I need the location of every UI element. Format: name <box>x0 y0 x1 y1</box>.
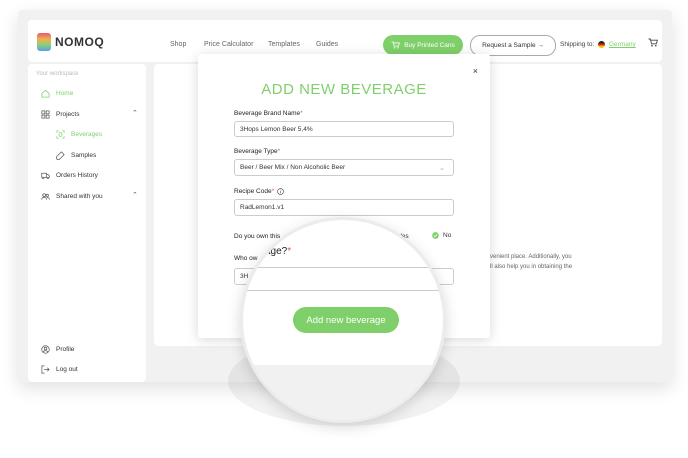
required-mark: * <box>287 246 292 257</box>
germany-flag-icon <box>598 41 606 48</box>
shipping-label: Shipping to: <box>560 41 595 49</box>
can-scan-icon <box>56 130 65 139</box>
label-text: Recipe Code <box>234 188 272 195</box>
grid-icon <box>41 110 50 119</box>
add-new-beverage-label: Add new beverage <box>306 314 386 326</box>
buy-printed-cans-label: Buy Printed Cans <box>404 41 455 49</box>
sidebar-item-label: Projects <box>56 111 80 118</box>
chevron-up-icon[interactable]: ⌃ <box>132 191 138 199</box>
users-icon <box>41 193 50 200</box>
close-icon[interactable]: × <box>473 66 478 76</box>
required-mark: * <box>300 110 303 117</box>
magnifier-background <box>243 365 443 420</box>
recipe-code-value: RadLemon1.v1 <box>240 204 285 211</box>
sidebar-item-shared-with-you[interactable]: Shared with you <box>41 192 103 201</box>
nav-guides[interactable]: Guides <box>316 41 338 48</box>
brand-name: NOMOQ <box>55 35 105 49</box>
user-circle-icon <box>41 345 50 354</box>
who-owns-label: Who ow <box>234 255 258 262</box>
beverage-type-select[interactable]: Beer / Beer Mix / Non Alcoholic Beer ⌄ <box>234 159 454 176</box>
beverage-type-value: Beer / Beer Mix / Non Alcoholic Beer <box>240 164 346 171</box>
sidebar-item-label: Shared with you <box>56 193 103 200</box>
nav-templates[interactable]: Templates <box>268 41 300 48</box>
nav-price-calculator[interactable]: Price Calculator <box>204 41 253 48</box>
info-icon[interactable] <box>277 188 284 195</box>
sidebar-item-log-out[interactable]: Log out <box>41 365 78 374</box>
brand-name-input[interactable]: 3Hops Lemon Beer 5,4% <box>234 121 454 137</box>
beverage-type-label: Beverage Type* <box>234 148 280 155</box>
modal-title: ADD NEW BEVERAGE <box>261 81 427 98</box>
chevron-up-icon[interactable]: ⌃ <box>132 109 138 117</box>
sidebar-item-profile[interactable]: Profile <box>41 345 74 354</box>
sidebar-item-label: Beverages <box>71 131 103 138</box>
logout-icon <box>41 365 50 374</box>
shipping-selector[interactable]: Shipping to: Germany <box>560 41 636 48</box>
magnified-input <box>243 267 443 291</box>
check-circle-icon <box>432 232 439 239</box>
chevron-down-icon: ⌄ <box>439 165 445 172</box>
background-text-line: ll also help you in obtaining the <box>490 264 573 270</box>
sidebar-item-label: Orders History <box>56 172 98 179</box>
shipping-country[interactable]: Germany <box>609 41 636 48</box>
recipe-code-label: Recipe Code * <box>234 188 284 195</box>
own-question-label: Do you own this <box>234 233 281 240</box>
required-mark: * <box>271 188 275 195</box>
buy-printed-cans-button[interactable]: Buy Printed Cans <box>383 35 463 55</box>
test-tube-icon <box>56 151 65 160</box>
no-label: No <box>443 232 452 239</box>
magnified-question: age?* <box>265 246 291 257</box>
truck-icon <box>41 172 50 180</box>
nav-shop[interactable]: Shop <box>170 41 186 48</box>
no-option[interactable]: No <box>432 232 451 239</box>
home-icon <box>41 89 50 98</box>
sidebar-item-samples[interactable]: Samples <box>56 151 96 160</box>
sidebar-item-label: Profile <box>56 346 75 353</box>
required-mark: * <box>277 148 281 155</box>
background-description: venient place. Additionally, you ll also… <box>490 252 670 272</box>
brand-name-label: Beverage Brand Name* <box>234 110 303 117</box>
label-text: Beverage Type <box>234 148 278 155</box>
background-text-line: venient place. Additionally, you <box>490 254 572 260</box>
sidebar-item-home[interactable]: Home <box>41 89 73 98</box>
cart-icon[interactable] <box>648 38 658 47</box>
workspace-caption: Your workspace <box>36 71 79 77</box>
cart-icon <box>391 41 401 49</box>
sidebar-item-projects[interactable]: Projects <box>41 110 79 119</box>
logo-mark-icon <box>37 33 51 51</box>
brand-logo[interactable]: NOMOQ <box>37 33 104 51</box>
request-sample-label: Request a Sample → <box>482 42 544 49</box>
sidebar-item-orders-history[interactable]: Orders History <box>41 171 98 180</box>
magnifier-lens: age?* Add new beverage <box>240 217 446 423</box>
sidebar-item-beverages[interactable]: Beverages <box>56 130 102 139</box>
brand-name-value: 3Hops Lemon Beer 5,4% <box>240 125 313 133</box>
sidebar-item-label: Samples <box>71 152 97 159</box>
recipe-code-input[interactable]: RadLemon1.v1 <box>234 199 454 216</box>
sidebar-item-label: Log out <box>56 366 78 373</box>
add-new-beverage-button[interactable]: Add new beverage <box>293 307 399 333</box>
magnified-text: age? <box>265 246 288 257</box>
label-text: Beverage Brand Name <box>234 110 301 117</box>
sidebar: Your workspace Home Projects ⌃ Beverages… <box>28 64 146 382</box>
request-sample-button[interactable]: Request a Sample → <box>470 35 556 56</box>
sidebar-item-label: Home <box>56 90 74 97</box>
